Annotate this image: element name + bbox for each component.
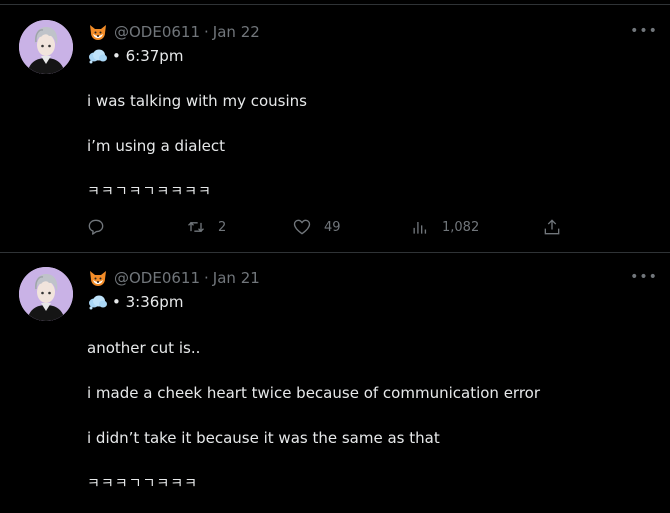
separator: ·	[204, 23, 209, 41]
reply-button[interactable]	[86, 214, 118, 240]
tweet-actions: 2 49 1,082	[86, 214, 566, 240]
time-label: • 3:36pm	[112, 293, 184, 311]
time-label: • 6:37pm	[112, 47, 184, 65]
retweet-icon	[188, 221, 204, 233]
tweet-text-line: i made a cheek heart twice because of co…	[87, 384, 541, 402]
avatar[interactable]	[19, 267, 73, 321]
tweet-text-line: ㅋㅋㄱㅋㄱㅋㅋㅋㅋ	[87, 184, 212, 200]
tweet-text-line: i didn’t take it because it was the same…	[87, 429, 440, 447]
cloud-emoji-icon	[88, 294, 108, 310]
tweet-subheader: • 6:37pm	[88, 45, 183, 67]
share-button[interactable]	[542, 214, 562, 240]
tweet-text-line: i’m using a dialect	[87, 137, 225, 155]
view-count: 1,082	[442, 219, 480, 235]
tweet-date[interactable]: Jan 21	[213, 269, 260, 287]
tweet[interactable]: @ODE0611 · Jan 21 • 3:36pm ••• another c…	[0, 253, 670, 513]
separator: ·	[204, 269, 209, 287]
heart-icon	[293, 219, 311, 235]
fox-emoji-icon	[88, 268, 108, 288]
author-handle[interactable]: @ODE0611	[114, 23, 200, 41]
like-button[interactable]: 49	[292, 214, 341, 240]
avatar-image	[19, 20, 73, 74]
views-button[interactable]: 1,082	[410, 214, 479, 240]
more-options-button[interactable]: •••	[630, 269, 657, 285]
tweet-text-line: ㅋㅋㅋㄱㄱㅋㅋㅋ	[87, 476, 199, 492]
more-options-button[interactable]: •••	[630, 23, 657, 39]
tweet[interactable]: @ODE0611 · Jan 22 • 6:37pm ••• i was tal…	[0, 5, 670, 253]
tweet-header: @ODE0611 · Jan 21	[88, 267, 260, 289]
tweet-header: @ODE0611 · Jan 22	[88, 21, 260, 43]
share-icon	[544, 219, 560, 235]
tweet-subheader: • 3:36pm	[88, 291, 183, 313]
cloud-emoji-icon	[88, 48, 108, 64]
like-count: 49	[324, 219, 341, 235]
views-icon	[413, 222, 427, 234]
tweet-text-line: i was talking with my cousins	[87, 92, 307, 110]
reply-icon	[88, 219, 104, 235]
more-horizontal-icon: •••	[630, 23, 658, 39]
tweet-text-line: another cut is..	[87, 339, 201, 357]
more-horizontal-icon: •••	[630, 269, 658, 285]
fox-emoji-icon	[88, 22, 108, 42]
tweet-date[interactable]: Jan 22	[213, 23, 260, 41]
retweet-count: 2	[218, 219, 227, 235]
author-handle[interactable]: @ODE0611	[114, 269, 200, 287]
tweet-actions-partial	[86, 505, 566, 513]
avatar-image	[19, 267, 73, 321]
retweet-button[interactable]: 2	[186, 214, 226, 240]
avatar[interactable]	[19, 20, 73, 74]
